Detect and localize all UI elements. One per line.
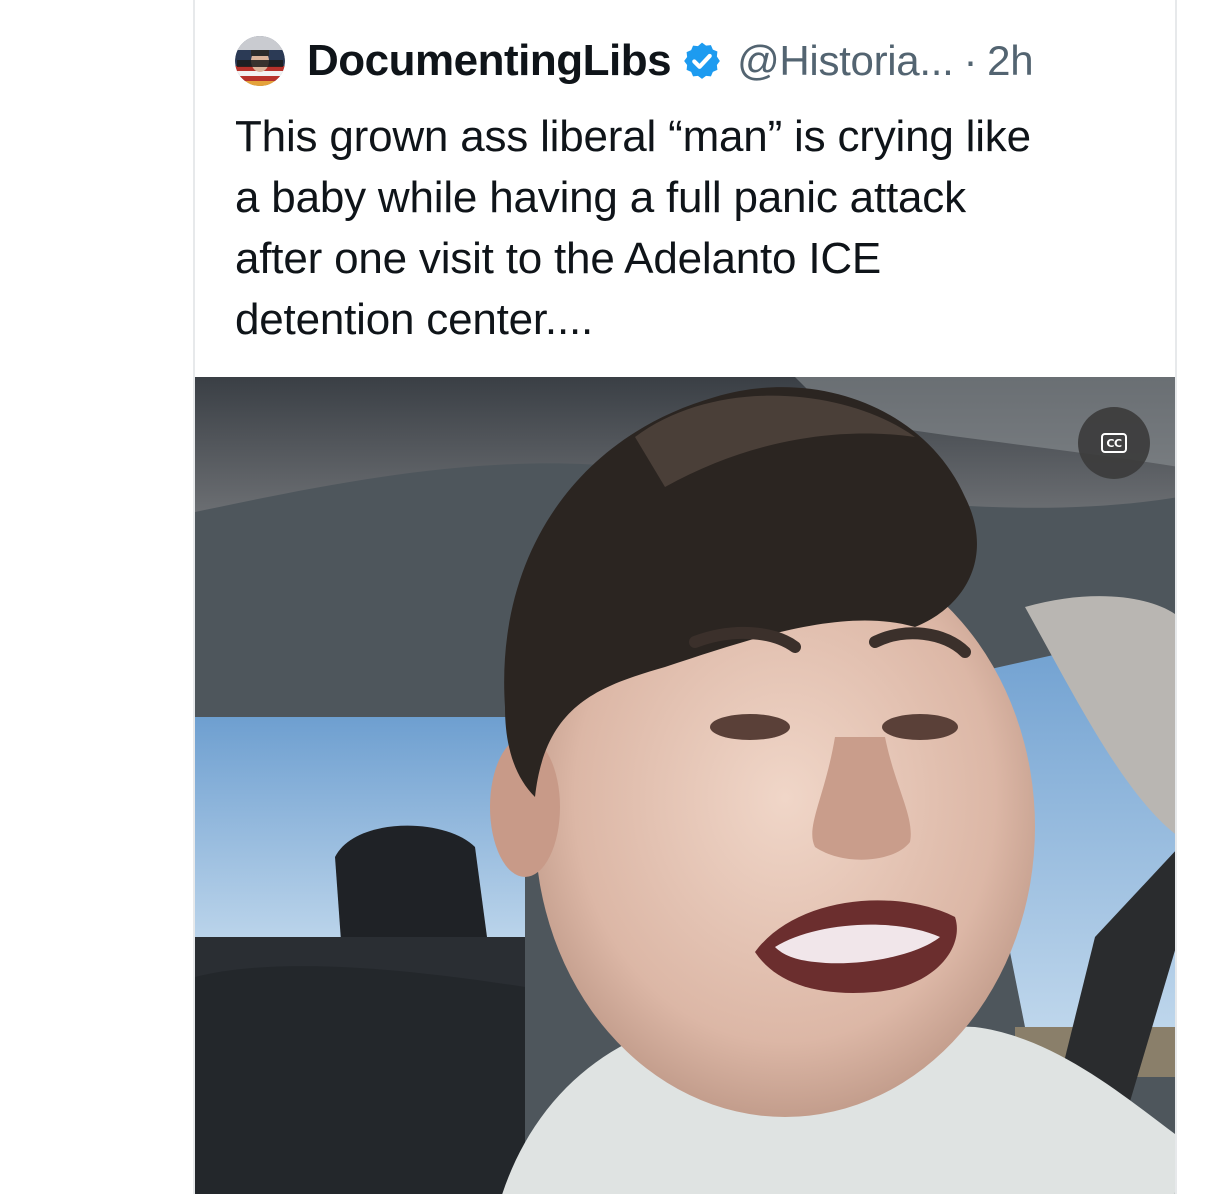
video-frame [195,377,1175,1194]
user-handle[interactable]: @Historia... [737,37,954,85]
display-name[interactable]: DocumentingLibs [307,36,672,86]
avatar[interactable] [235,36,285,86]
tweet-header: DocumentingLibs @Historia... · 2h [235,28,1034,94]
verified-badge-icon [684,42,720,79]
profile-avatar-image [235,36,285,86]
captions-button[interactable]: CC [1078,407,1150,479]
tweet-card[interactable]: DocumentingLibs @Historia... · 2h This g… [193,0,1177,1194]
closed-captions-icon: CC [1101,433,1127,453]
video-player[interactable]: CC [195,377,1175,1194]
tweet-text: This grown ass liberal “man” is crying l… [235,112,1031,344]
separator-dot: · [963,37,978,84]
page: DocumentingLibs @Historia... · 2h This g… [0,0,1206,1194]
timestamp[interactable]: 2h [987,37,1033,85]
